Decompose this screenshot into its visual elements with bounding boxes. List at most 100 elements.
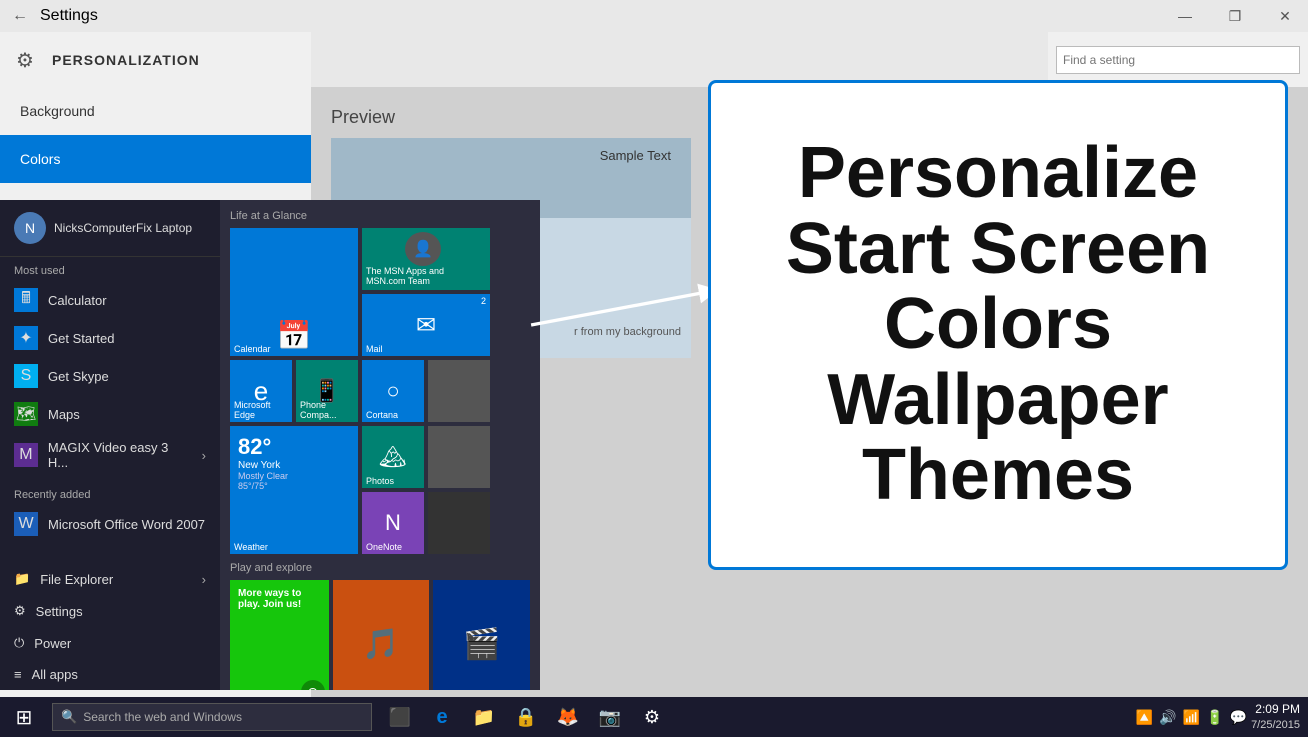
photos-tile-label: Photos xyxy=(366,476,394,486)
settings-header: ⚙ PERSONALIZATION xyxy=(0,32,311,87)
mail-badge: 2 xyxy=(481,296,486,306)
settings-search-input[interactable] xyxy=(1056,46,1300,74)
tile-edge[interactable]: e Microsoft Edge xyxy=(230,360,292,422)
start-button[interactable]: ⊞ xyxy=(0,697,48,737)
weather-location: New York xyxy=(238,460,280,471)
network-icon[interactable]: 📶 xyxy=(1183,709,1200,726)
start-settings-icon: ⚙ xyxy=(14,603,26,619)
phone-tile-label: Phone Compa... xyxy=(300,400,358,420)
back-button[interactable]: ← xyxy=(8,4,32,28)
taskbar-settings-icon[interactable]: ⚙ xyxy=(632,697,672,737)
notification-icon[interactable]: 🔼 xyxy=(1136,709,1153,726)
recently-added-label: Recently added xyxy=(0,481,220,505)
start-menu-left: N NicksComputerFix Laptop Most used 🖩 Ca… xyxy=(0,200,220,690)
taskbar-search-placeholder: Search the web and Windows xyxy=(83,710,242,724)
start-app-maps[interactable]: 🗺 Maps xyxy=(0,395,220,433)
maps-label: Maps xyxy=(48,407,80,422)
start-file-explorer[interactable]: 📁 File Explorer › xyxy=(0,563,220,595)
start-tiles: Life at a Glance 📅 Calendar 👤 The MSN Ap… xyxy=(220,200,540,690)
tile-extra2[interactable] xyxy=(428,426,490,488)
personalize-line2: Start Screen xyxy=(786,212,1210,288)
file-explorer-label: File Explorer xyxy=(40,572,113,587)
taskbar-clock[interactable]: 2:09 PM 7/25/2015 xyxy=(1251,701,1300,733)
tile-msn[interactable]: 👤 The MSN Apps and MSN.com Team xyxy=(362,228,490,290)
user-avatar: N xyxy=(14,212,46,244)
tile-onenote[interactable]: N OneNote xyxy=(362,492,424,554)
taskbar-edge[interactable]: e xyxy=(422,697,462,737)
magix-icon: M xyxy=(14,443,38,467)
start-app-calculator[interactable]: 🖩 Calculator xyxy=(0,281,220,319)
power-label: Power xyxy=(34,636,71,651)
tiles-col: 👤 The MSN Apps and MSN.com Team ✉ 2 Mail xyxy=(362,228,490,356)
start-app-word[interactable]: W Microsoft Office Word 2007 xyxy=(0,505,220,543)
taskbar-firefox[interactable]: 🦊 xyxy=(548,697,588,737)
weather-tile-label: Weather xyxy=(234,542,268,552)
tile-extra1[interactable] xyxy=(428,360,490,422)
tile-calendar[interactable]: 📅 Calendar xyxy=(230,228,358,356)
all-apps-icon: ≡ xyxy=(14,667,22,682)
taskbar-app-icons: ⬛ e 📁 🔒 🦊 📷 ⚙ xyxy=(380,697,672,737)
taskbar-camera[interactable]: 📷 xyxy=(590,697,630,737)
start-power[interactable]: ⏻ Power xyxy=(0,627,220,659)
start-app-magix[interactable]: M MAGIX Video easy 3 H... › xyxy=(0,433,220,477)
skype-icon: S xyxy=(14,364,38,388)
tiles-col2: 🏔 Photos N OneNote xyxy=(362,426,424,554)
personalize-line1: Personalize xyxy=(786,136,1210,212)
close-button[interactable]: ✕ xyxy=(1262,0,1308,32)
most-used-label: Most used xyxy=(0,257,220,281)
preview-sample-text: Sample Text xyxy=(600,148,671,163)
action-center-icon[interactable]: 💬 xyxy=(1230,709,1247,726)
maps-icon: 🗺 xyxy=(14,402,38,426)
tile-cortana[interactable]: ○ Cortana xyxy=(362,360,424,422)
search-icon: 🔍 xyxy=(61,709,77,725)
start-all-apps[interactable]: ≡ All apps xyxy=(0,659,220,690)
personalize-line5: Themes xyxy=(786,438,1210,514)
preview-lower-text: r from my background xyxy=(574,326,681,338)
start-settings[interactable]: ⚙ Settings xyxy=(0,595,220,627)
tile-mail[interactable]: ✉ 2 Mail xyxy=(362,294,490,356)
personalize-line4: Wallpaper xyxy=(786,363,1210,439)
tiles-row-2: e Microsoft Edge 📱 Phone Compa... ○ Cort… xyxy=(230,360,530,422)
taskbar-file-explorer[interactable]: 📁 xyxy=(464,697,504,737)
sidebar-item-colors[interactable]: Colors xyxy=(0,135,311,183)
tiles-row-4: More ways to play. Join us! ⊛ Xbox ↕ 🎵 G… xyxy=(230,580,530,690)
weather-condition: Mostly Clear xyxy=(238,471,288,481)
taskbar-task-view[interactable]: ⬛ xyxy=(380,697,420,737)
titlebar: ← Settings — ❐ ✕ xyxy=(0,0,1308,32)
taskbar-right: 🔼 🔊 📶 🔋 💬 2:09 PM 7/25/2015 xyxy=(1136,701,1308,733)
taskbar: ⊞ 🔍 Search the web and Windows ⬛ e 📁 🔒 🦊… xyxy=(0,697,1308,737)
tile-movies[interactable]: 🎬 Movies & TV xyxy=(433,580,530,690)
taskbar-time: 2:09 PM xyxy=(1251,701,1300,718)
maximize-button[interactable]: ❐ xyxy=(1212,0,1258,32)
start-app-getstarted[interactable]: ✦ Get Started xyxy=(0,319,220,357)
minimize-button[interactable]: — xyxy=(1162,0,1208,32)
tile-phone[interactable]: 📱 Phone Compa... xyxy=(296,360,358,422)
personalize-text: Personalize Start Screen Colors Wallpape… xyxy=(786,136,1210,514)
taskbar-date: 7/25/2015 xyxy=(1251,718,1300,733)
getstarted-label: Get Started xyxy=(48,331,114,346)
titlebar-nav: — ❐ ✕ xyxy=(1162,0,1308,32)
taskbar-lock[interactable]: 🔒 xyxy=(506,697,546,737)
settings-search xyxy=(1048,32,1308,87)
tile-groove[interactable]: 🎵 Groove Music xyxy=(333,580,430,690)
all-apps-label: All apps xyxy=(32,667,78,682)
getstarted-icon: ✦ xyxy=(14,326,38,350)
taskbar-search-box[interactable]: 🔍 Search the web and Windows xyxy=(52,703,372,731)
start-app-skype[interactable]: S Get Skype xyxy=(0,357,220,395)
mail-tile-label: Mail xyxy=(366,344,383,354)
titlebar-left: ← Settings xyxy=(0,4,98,28)
start-user[interactable]: N NicksComputerFix Laptop xyxy=(0,200,220,257)
tile-photos[interactable]: 🏔 Photos xyxy=(362,426,424,488)
tile-extra3[interactable] xyxy=(428,492,490,554)
sidebar-item-background[interactable]: Background xyxy=(0,87,311,135)
word-icon: W xyxy=(14,512,38,536)
volume-icon[interactable]: 🔊 xyxy=(1159,709,1176,726)
weather-temp: 82° xyxy=(238,434,271,460)
skype-label: Get Skype xyxy=(48,369,109,384)
tile-xbox[interactable]: More ways to play. Join us! ⊛ Xbox ↕ xyxy=(230,580,329,690)
tiles-section1-label: Life at a Glance xyxy=(230,210,530,222)
personalize-box: Personalize Start Screen Colors Wallpape… xyxy=(708,80,1288,570)
tile-weather[interactable]: 82° New York Mostly Clear 85°/75° Weathe… xyxy=(230,426,358,554)
start-bottom-items: 📁 File Explorer › ⚙ Settings ⏻ Power ≡ A… xyxy=(0,563,220,690)
battery-icon: 🔋 xyxy=(1206,709,1223,726)
